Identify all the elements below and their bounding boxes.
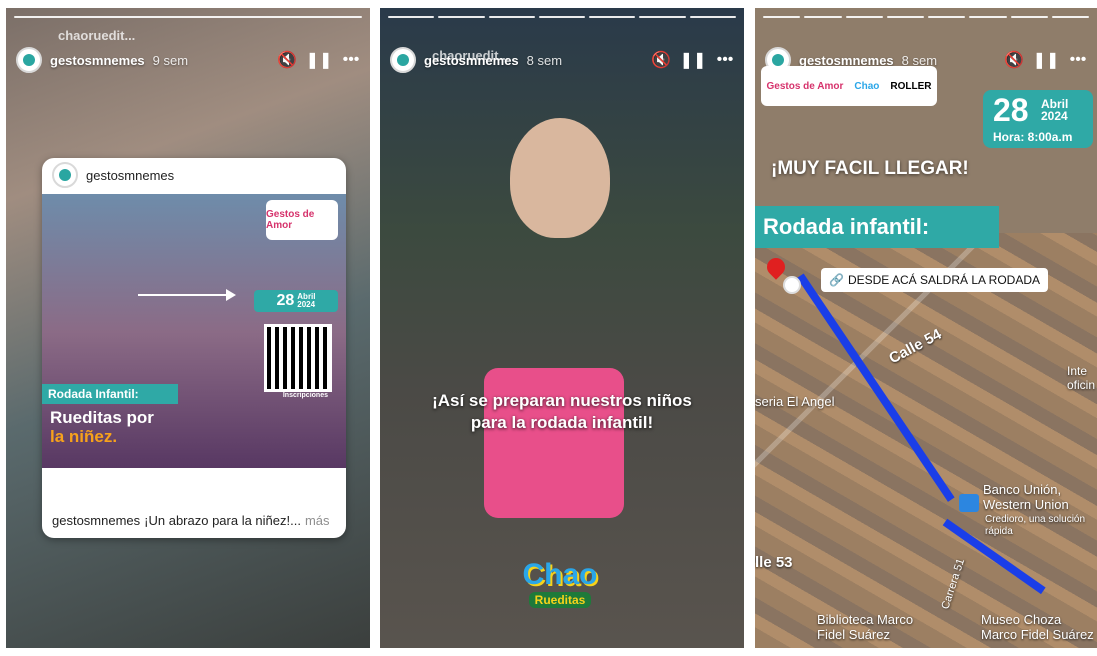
more-options-icon[interactable]: ••• <box>1069 51 1087 69</box>
qr-code-icon <box>264 324 332 392</box>
sponsor-strip <box>42 468 346 502</box>
more-link[interactable]: más <box>305 513 330 528</box>
card-avatar <box>52 162 78 188</box>
story-caption: ¡Así se preparan nuestros niños para la … <box>408 390 716 434</box>
poster-date-year: 2024 <box>297 300 316 309</box>
poster-date-day: 28 <box>276 292 295 309</box>
map-label-bank: Banco Unión, Western Union <box>983 482 1069 512</box>
poster-date: 28 Abril 2024 <box>254 290 338 312</box>
event-day: 28 <box>993 92 1029 128</box>
pause-icon[interactable]: ❚❚ <box>680 51 707 69</box>
logo-text-chao: Chao <box>522 558 598 591</box>
story-header: gestosmnemes 9 sem 🔇 ❚❚ ••• <box>16 46 360 74</box>
story-progress-bar <box>388 16 736 18</box>
poster-title-line1: Rueditas por <box>50 408 154 427</box>
card-header: gestosmnemes <box>42 158 346 192</box>
map-label-museo: Museo Choza Marco Fidel Suárez <box>981 612 1094 642</box>
caption-text: ¡Un abrazo para la niñez!... <box>144 512 301 528</box>
avatar[interactable] <box>16 47 42 73</box>
story-username[interactable]: gestosmnemes <box>424 53 519 68</box>
map-label-calle53: lle 53 <box>755 554 793 571</box>
story-panel-3[interactable]: gestosmnemes 8 sem 🔇 ❚❚ ••• Gestos de Am… <box>755 8 1097 648</box>
event-time: Hora: 8:00a.m <box>993 130 1073 144</box>
story-caption-line1: ¡Así se preparan nuestros niños <box>432 391 692 410</box>
poster-logo: Gestos de Amor <box>266 200 338 240</box>
more-options-icon[interactable]: ••• <box>716 51 734 69</box>
start-dot-icon <box>783 276 801 294</box>
qr-label: Inscripciones <box>282 392 328 399</box>
chao-rueditas-logo: Chao Rueditas <box>498 548 622 618</box>
link-sticker-text: DESDE ACÁ SALDRÁ LA RODADA <box>847 273 1041 287</box>
pause-icon[interactable]: ❚❚ <box>1033 51 1060 69</box>
logo-roller: ROLLER <box>890 80 932 92</box>
logo-text-rueditas: Rueditas <box>528 592 592 608</box>
poster-image: Gestos de Amor 28 Abril 2024 Inscripcion… <box>42 194 346 502</box>
story-progress-bar <box>14 16 362 18</box>
avatar[interactable] <box>390 47 416 73</box>
link-icon: 🔗 <box>829 273 844 287</box>
map-label-angel: seria El Angel <box>755 394 835 409</box>
story-time: 8 sem <box>526 52 563 68</box>
more-options-icon[interactable]: ••• <box>342 51 360 69</box>
map-label-inte: Inte oficin <box>1067 364 1096 392</box>
story-panel-2[interactable]: chaoruedit... gestosmnemes 8 sem 🔇 ❚❚ ••… <box>380 8 744 648</box>
story-username[interactable]: gestosmnemes <box>50 53 145 68</box>
caption-username: gestosmnemes <box>52 512 141 528</box>
pause-icon[interactable]: ❚❚ <box>306 51 333 69</box>
headline: ¡MUY FACIL LLEGAR! <box>771 158 969 179</box>
mute-icon[interactable]: 🔇 <box>1004 51 1024 69</box>
previous-username: chaoruedit... <box>58 28 136 43</box>
story-time: 9 sem <box>152 52 189 68</box>
shared-post-card[interactable]: gestosmnemes Gestos de Amor 28 Abril 202… <box>42 158 346 538</box>
map-label-biblioteca: Biblioteca Marco Fidel Suárez <box>817 612 914 642</box>
map-label-bank-sub: Credioro, una solución rápida <box>985 514 1086 537</box>
card-caption: gestosmnemes ¡Un abrazo para la niñez!..… <box>42 502 346 538</box>
story-caption-line2: para la rodada infantil! <box>470 413 654 432</box>
bank-icon <box>959 494 979 512</box>
mute-icon[interactable]: 🔇 <box>651 51 671 69</box>
event-date-badge: 28 Abril 2024 Hora: 8:00a.m <box>983 90 1093 148</box>
mute-icon[interactable]: 🔇 <box>277 51 297 69</box>
logo-gestos: Gestos de Amor <box>766 80 844 92</box>
link-sticker[interactable]: 🔗 DESDE ACÁ SALDRÁ LA RODADA <box>821 268 1049 292</box>
sponsor-logos: Gestos de Amor Chao ROLLER <box>761 66 937 106</box>
story-header: gestosmnemes 8 sem 🔇 ❚❚ ••• <box>390 46 734 74</box>
child-photo <box>510 118 610 238</box>
map-image <box>755 233 1097 648</box>
poster-title-line2: la niñez. <box>50 427 118 446</box>
story-panel-1[interactable]: chaoruedit... gestosmnemes 9 sem 🔇 ❚❚ ••… <box>6 8 370 648</box>
event-year: 2024 <box>1041 109 1068 123</box>
event-month-year: Abril 2024 <box>1041 98 1068 122</box>
poster-title: Rueditas por la niñez. <box>50 408 154 446</box>
arrow-icon <box>138 289 236 301</box>
logo-chao: Chao <box>854 80 880 92</box>
card-username: gestosmnemes <box>86 167 175 183</box>
story-progress-bar <box>763 16 1089 18</box>
rodada-band: Rodada infantil: <box>755 206 999 248</box>
poster-band: Rodada Infantil: <box>42 384 178 404</box>
